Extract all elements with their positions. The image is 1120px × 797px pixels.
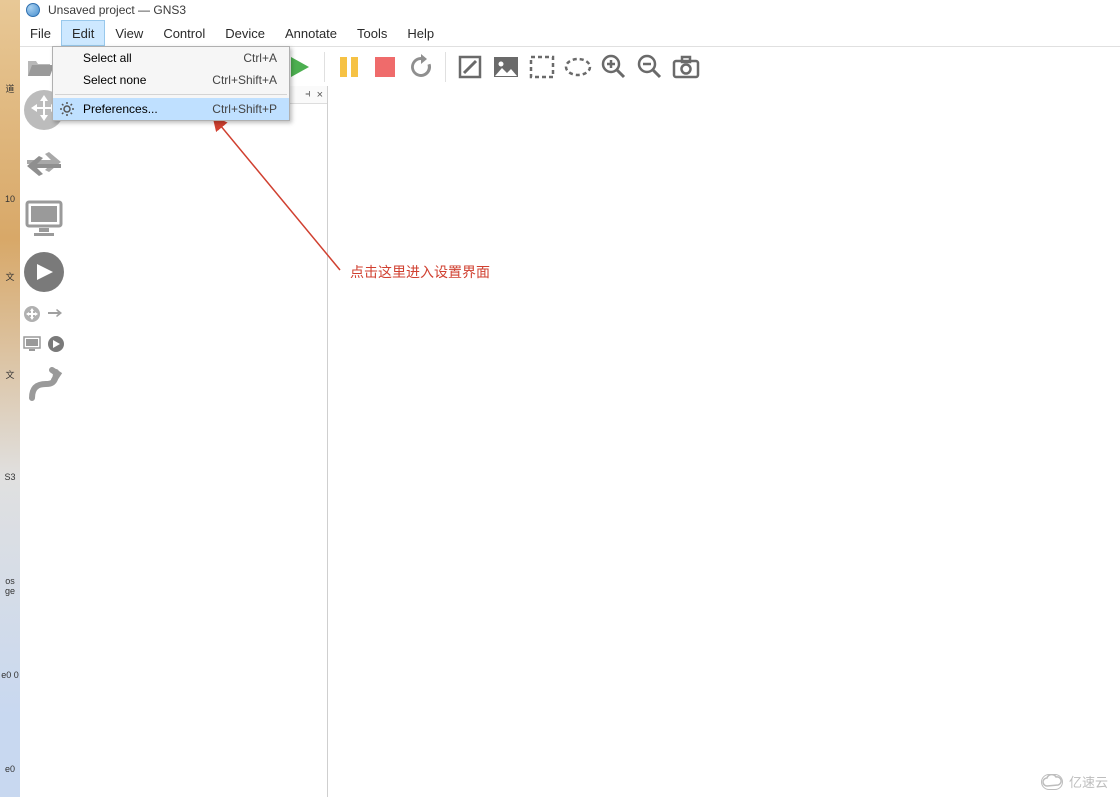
canvas[interactable]	[328, 86, 1120, 797]
annotation-text: 点击这里进入设置界面	[350, 262, 490, 282]
menu-file[interactable]: File	[20, 20, 61, 46]
toolbar-separator	[324, 52, 325, 82]
monitor-icon	[24, 199, 64, 237]
menu-item-label: Select none	[83, 73, 212, 87]
reload-all-button[interactable]	[405, 51, 437, 83]
image-icon	[493, 56, 519, 78]
mini-play-icon	[47, 335, 65, 353]
pause-all-button[interactable]	[333, 51, 365, 83]
desktop-icon-label: os ge	[0, 576, 20, 596]
close-panel-button[interactable]: ×	[317, 89, 323, 101]
menu-view-label: View	[115, 26, 143, 41]
dock-panel-button[interactable]: ⫞	[305, 88, 311, 101]
titlebar: Unsaved project — GNS3	[20, 0, 1120, 20]
toolbar-separator	[445, 52, 446, 82]
menu-file-label: File	[30, 26, 51, 41]
menubar: File Edit View Control Device Annotate T…	[20, 20, 1120, 46]
menu-device-label: Device	[225, 26, 265, 41]
screenshot-button[interactable]	[670, 51, 702, 83]
security-icon	[23, 251, 65, 293]
draw-rectangle-button[interactable]	[526, 51, 558, 83]
note-icon	[458, 55, 482, 79]
end-devices-button[interactable]	[22, 196, 66, 240]
menu-edit-label: Edit	[72, 26, 94, 41]
menu-tools[interactable]: Tools	[347, 20, 397, 46]
desktop-icon-label: 文	[0, 272, 20, 282]
zoom-out-icon	[637, 54, 663, 80]
cloud-icon	[1041, 774, 1063, 790]
menu-item-label: Select all	[83, 51, 243, 65]
switch-icon	[23, 146, 65, 182]
menu-edit[interactable]: Edit	[61, 20, 105, 46]
mini-monitor-icon	[23, 336, 41, 352]
menu-tools-label: Tools	[357, 26, 387, 41]
stop-icon	[374, 56, 396, 78]
menu-annotate-label: Annotate	[285, 26, 337, 41]
all-devices-button[interactable]	[22, 304, 66, 324]
desktop-icon-label: 道	[0, 84, 20, 94]
reload-icon	[408, 54, 434, 80]
desktop-icon-label: 10	[0, 194, 20, 204]
watermark-text: 亿速云	[1069, 772, 1108, 791]
menu-item-shortcut: Ctrl+Shift+A	[212, 73, 277, 87]
menu-control-label: Control	[163, 26, 205, 41]
play-icon	[289, 55, 311, 79]
rect-select-icon	[529, 55, 555, 79]
gear-icon	[59, 101, 75, 117]
workspace: ⫞ ×	[20, 86, 1120, 797]
mini-router-icon	[23, 305, 41, 323]
all-devices-button-2[interactable]	[22, 334, 66, 354]
zoom-out-button[interactable]	[634, 51, 666, 83]
desktop-icon-label: 文	[0, 370, 20, 380]
pause-icon	[338, 55, 360, 79]
app-icon	[26, 3, 40, 17]
switches-button[interactable]	[22, 142, 66, 186]
menu-item-label: Preferences...	[83, 102, 212, 116]
menu-separator	[55, 94, 287, 95]
security-devices-button[interactable]	[22, 250, 66, 294]
stop-all-button[interactable]	[369, 51, 401, 83]
open-folder-icon	[26, 55, 54, 79]
desktop-icon-label: e0	[0, 764, 20, 774]
add-note-button[interactable]	[454, 51, 486, 83]
edit-dropdown-menu: Select all Ctrl+A Select none Ctrl+Shift…	[52, 46, 290, 121]
menu-device[interactable]: Device	[215, 20, 275, 46]
menu-view[interactable]: View	[105, 20, 153, 46]
device-toolbar	[20, 86, 68, 797]
insert-image-button[interactable]	[490, 51, 522, 83]
screenshot-icon	[672, 55, 700, 79]
menu-control[interactable]: Control	[153, 20, 215, 46]
menu-help-label: Help	[407, 26, 434, 41]
menu-annotate[interactable]: Annotate	[275, 20, 347, 46]
menu-item-shortcut: Ctrl+A	[243, 51, 277, 65]
add-link-button[interactable]	[22, 364, 66, 408]
menu-item-select-all[interactable]: Select all Ctrl+A	[53, 47, 289, 69]
zoom-in-icon	[601, 54, 627, 80]
annotation-arrow	[210, 115, 360, 280]
mini-switch-icon	[47, 307, 65, 321]
window-title: Unsaved project — GNS3	[48, 3, 186, 17]
ellipse-select-icon	[564, 56, 592, 78]
desktop-icon-label: S3	[0, 472, 20, 482]
menu-item-preferences[interactable]: Preferences... Ctrl+Shift+P	[53, 98, 289, 120]
menu-help[interactable]: Help	[397, 20, 444, 46]
cable-icon	[24, 366, 64, 406]
menu-item-shortcut: Ctrl+Shift+P	[212, 102, 277, 116]
draw-ellipse-button[interactable]	[562, 51, 594, 83]
desktop-icon-label: e0 0	[0, 670, 20, 680]
zoom-in-button[interactable]	[598, 51, 630, 83]
menu-item-select-none[interactable]: Select none Ctrl+Shift+A	[53, 69, 289, 91]
watermark: 亿速云	[1041, 772, 1108, 791]
